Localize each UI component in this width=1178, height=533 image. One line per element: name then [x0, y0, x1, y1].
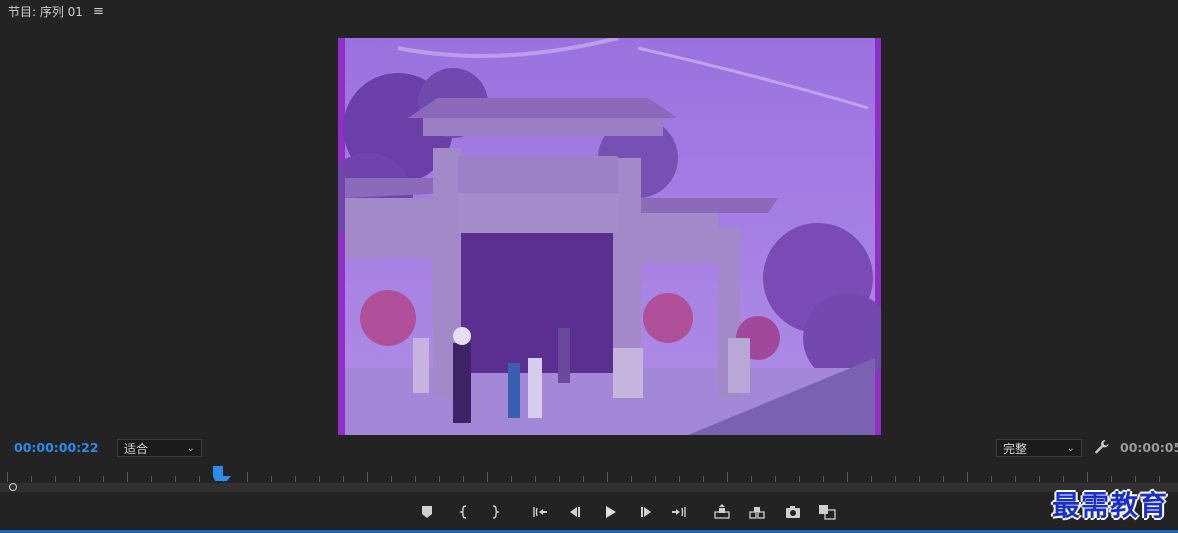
- ruler-tick: [1039, 476, 1040, 482]
- scroll-handle[interactable]: [9, 483, 17, 491]
- ruler-tick: [55, 476, 56, 482]
- ruler-tick: [343, 476, 344, 482]
- ruler-tick: [1015, 476, 1016, 482]
- chevron-down-icon: ⌄: [186, 442, 195, 454]
- program-monitor-frame: [338, 38, 881, 435]
- mark-out-icon[interactable]: [486, 503, 504, 521]
- ruler-tick: [487, 472, 488, 482]
- playback-resolution-select[interactable]: 完整 ⌄: [996, 439, 1082, 457]
- ruler-tick: [175, 476, 176, 482]
- ruler-tick: [271, 476, 272, 482]
- ruler-tick: [1087, 472, 1088, 482]
- zoom-scroll-bar[interactable]: [0, 483, 1178, 492]
- ruler-tick: [463, 476, 464, 482]
- zoom-level-select[interactable]: 适合 ⌄: [117, 439, 202, 457]
- ruler-tick: [391, 476, 392, 482]
- extract-icon[interactable]: [748, 503, 766, 521]
- transport-controls: [0, 503, 1178, 521]
- ruler-tick: [511, 476, 512, 482]
- ruler-tick: [367, 472, 368, 482]
- panel-menu-icon[interactable]: ≡: [93, 4, 104, 19]
- add-marker-icon[interactable]: [418, 503, 436, 521]
- ruler-tick: [775, 476, 776, 482]
- step-back-icon[interactable]: [566, 503, 584, 521]
- playback-resolution-value: 完整: [1003, 441, 1028, 456]
- current-timecode[interactable]: 00:00:00:22: [14, 440, 99, 455]
- export-frame-icon[interactable]: [784, 503, 802, 521]
- ruler-tick: [703, 476, 704, 482]
- ruler-tick: [967, 472, 968, 482]
- ruler-tick: [103, 476, 104, 482]
- ruler-tick: [895, 476, 896, 482]
- panel-title[interactable]: 节目: 序列 01: [8, 3, 83, 20]
- playhead-icon[interactable]: [213, 466, 231, 482]
- play-icon[interactable]: [601, 503, 619, 521]
- go-to-out-icon[interactable]: [670, 503, 688, 521]
- zoom-level-value: 适合: [124, 441, 149, 456]
- ruler-tick: [991, 476, 992, 482]
- ruler-tick: [583, 476, 584, 482]
- ruler-tick: [1111, 476, 1112, 482]
- ruler-tick: [1159, 476, 1160, 482]
- mark-in-icon[interactable]: [455, 503, 473, 521]
- go-to-in-icon[interactable]: [531, 503, 549, 521]
- ruler-tick: [247, 472, 248, 482]
- ruler-tick: [439, 476, 440, 482]
- ruler-tick: [415, 476, 416, 482]
- ruler-tick: [631, 476, 632, 482]
- ruler-tick: [1063, 476, 1064, 482]
- ruler-tick: [535, 476, 536, 482]
- ruler-tick: [31, 476, 32, 482]
- ruler-tick: [199, 476, 200, 482]
- ruler-tick: [607, 472, 608, 482]
- ruler-tick: [751, 476, 752, 482]
- panel-header: 节目: 序列 01 ≡: [0, 0, 1178, 22]
- ruler-tick: [871, 476, 872, 482]
- ruler-tick: [727, 472, 728, 482]
- time-ruler[interactable]: [0, 466, 1178, 482]
- ruler-tick: [679, 476, 680, 482]
- ruler-tick: [919, 476, 920, 482]
- ruler-tick: [127, 472, 128, 482]
- ruler-tick: [559, 476, 560, 482]
- lift-icon[interactable]: [713, 503, 731, 521]
- ruler-tick: [823, 476, 824, 482]
- watermark-logo: 最需教育: [1052, 489, 1169, 522]
- ruler-tick: [7, 472, 8, 482]
- step-forward-icon[interactable]: [637, 503, 655, 521]
- ruler-tick: [655, 476, 656, 482]
- ruler-tick: [943, 476, 944, 482]
- comparison-view-icon[interactable]: [818, 503, 836, 521]
- video-frame-image: [338, 38, 881, 435]
- duration-timecode: 00:00:05:: [1120, 440, 1178, 455]
- ruler-tick: [1135, 476, 1136, 482]
- wrench-icon[interactable]: [1094, 439, 1110, 455]
- ruler-tick: [151, 476, 152, 482]
- ruler-tick: [847, 472, 848, 482]
- ruler-tick: [319, 476, 320, 482]
- ruler-tick: [295, 476, 296, 482]
- ruler-tick: [799, 476, 800, 482]
- ruler-tick: [79, 476, 80, 482]
- chevron-down-icon: ⌄: [1066, 442, 1075, 454]
